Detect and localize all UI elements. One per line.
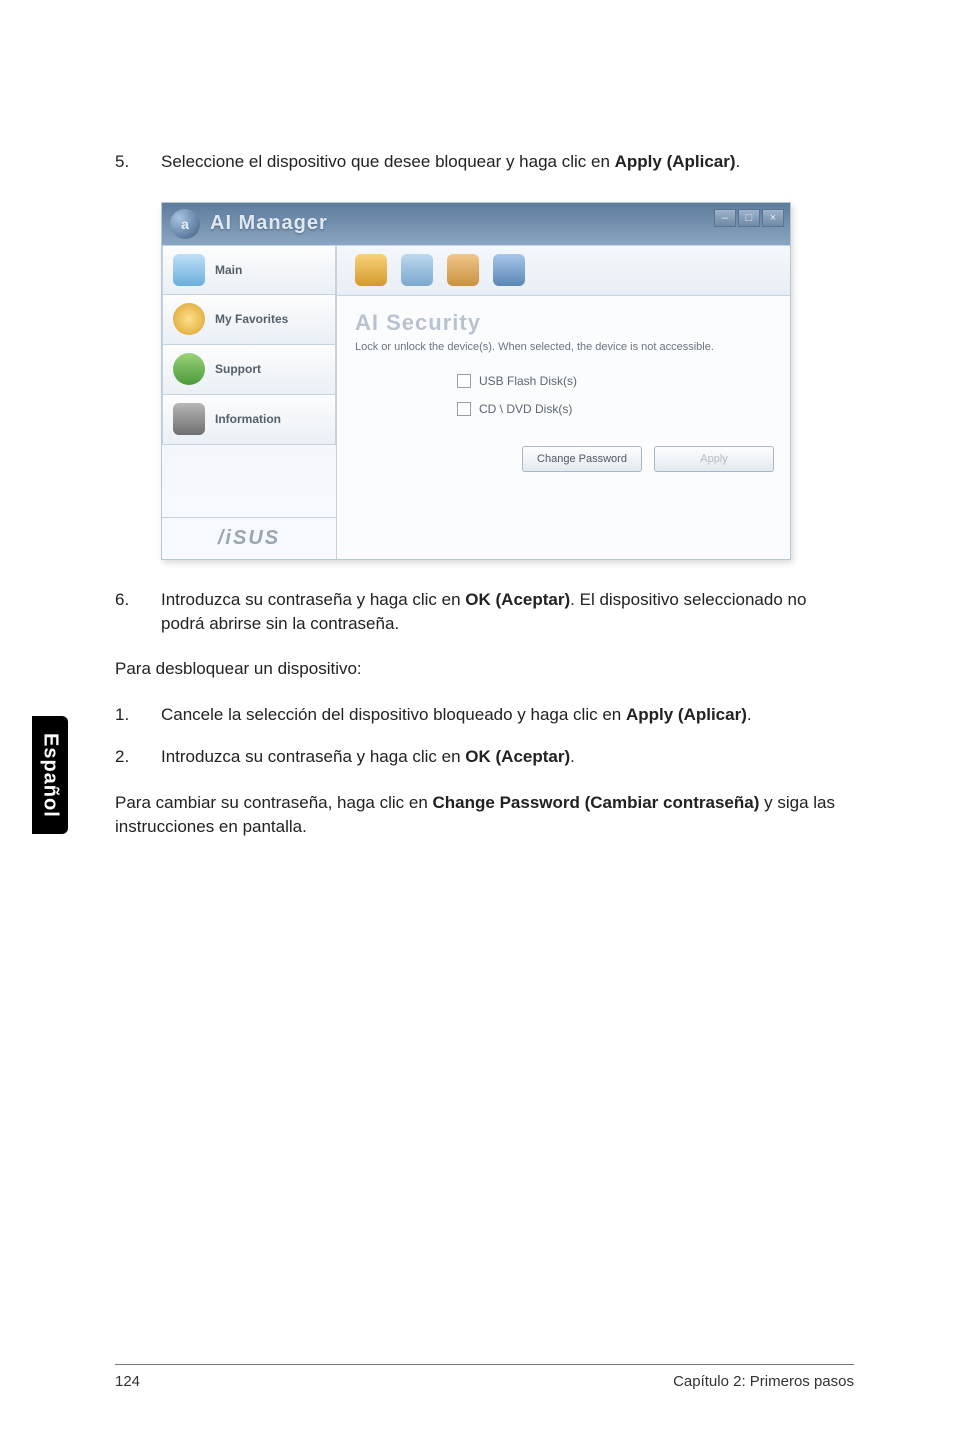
u1-pre: Cancele la selección del dispositivo blo…	[161, 705, 626, 724]
close-button[interactable]: ×	[762, 209, 784, 227]
window-buttons: – □ ×	[714, 209, 784, 227]
nav-column: Main My Favorites Support Information	[162, 245, 336, 559]
window-title: AI Manager	[210, 212, 328, 235]
u1-bold: Apply (Aplicar)	[626, 705, 747, 724]
information-icon	[173, 403, 205, 435]
nav-main-label: Main	[215, 263, 242, 277]
step-text: Seleccione el dispositivo que desee bloq…	[161, 150, 854, 174]
screenshot-container: a AI Manager – □ × Main My Favorites	[161, 202, 854, 560]
step5-bold: Apply (Aplicar)	[615, 152, 736, 171]
step5-pre: Seleccione el dispositivo que desee bloq…	[161, 152, 615, 171]
nav-support[interactable]: Support	[162, 345, 336, 395]
footer-rule	[115, 1364, 854, 1365]
change-password-para: Para cambiar su contraseña, haga clic en…	[115, 791, 854, 839]
step5-post: .	[736, 152, 741, 171]
u2-post: .	[570, 747, 575, 766]
usb-label: USB Flash Disk(s)	[479, 374, 577, 388]
step-number: 6.	[115, 588, 161, 636]
option-cddvd: CD \ DVD Disk(s)	[457, 402, 790, 416]
nav-filler	[162, 445, 336, 517]
language-tab: Español	[32, 716, 68, 834]
maximize-button[interactable]: □	[738, 209, 760, 227]
toolbar-icon-4[interactable]	[493, 254, 525, 286]
page-number: 124	[115, 1373, 140, 1390]
usb-checkbox[interactable]	[457, 374, 471, 388]
nav-information-label: Information	[215, 412, 281, 426]
unlock-heading: Para desbloquear un dispositivo:	[115, 657, 854, 681]
section-title: AI Security	[337, 296, 790, 340]
u2-bold: OK (Aceptar)	[465, 747, 570, 766]
cddvd-checkbox[interactable]	[457, 402, 471, 416]
option-usb: USB Flash Disk(s)	[457, 374, 790, 388]
toolbar-icon-3[interactable]	[447, 254, 479, 286]
footer-line: 124 Capítulo 2: Primeros pasos	[115, 1373, 854, 1390]
step-5: 5. Seleccione el dispositivo que desee b…	[115, 150, 854, 174]
main-icon	[173, 254, 205, 286]
step6-pre: Introduzca su contraseña y haga clic en	[161, 590, 465, 609]
cddvd-label: CD \ DVD Disk(s)	[479, 402, 572, 416]
titlebar: a AI Manager – □ ×	[162, 203, 790, 245]
step-text: Introduzca su contraseña y haga clic en …	[161, 745, 854, 769]
step-number: 5.	[115, 150, 161, 174]
nav-favorites[interactable]: My Favorites	[162, 295, 336, 345]
brand-logo: /iSUS	[162, 517, 336, 559]
ai-manager-window: a AI Manager – □ × Main My Favorites	[161, 202, 791, 560]
minimize-button[interactable]: –	[714, 209, 736, 227]
options: USB Flash Disk(s) CD \ DVD Disk(s)	[337, 360, 790, 438]
button-row: Change Password Apply	[337, 438, 790, 486]
toolbar	[337, 246, 790, 296]
u2-pre: Introduzca su contraseña y haga clic en	[161, 747, 465, 766]
app-orb-icon: a	[170, 209, 200, 239]
step-text: Cancele la selección del dispositivo blo…	[161, 703, 854, 727]
step-text: Introduzca su contraseña y haga clic en …	[161, 588, 854, 636]
toolbar-icon-2[interactable]	[401, 254, 433, 286]
favorites-icon	[173, 303, 205, 335]
step-number: 1.	[115, 703, 161, 727]
step-6: 6. Introduzca su contraseña y haga clic …	[115, 588, 854, 636]
pw-bold: Change Password (Cambiar contraseña)	[433, 793, 760, 812]
window-body: Main My Favorites Support Information	[162, 245, 790, 559]
nav-main[interactable]: Main	[162, 245, 336, 295]
nav-favorites-label: My Favorites	[215, 312, 288, 326]
u1-post: .	[747, 705, 752, 724]
toolbar-icon-1[interactable]	[355, 254, 387, 286]
nav-information[interactable]: Information	[162, 395, 336, 445]
chapter-label: Capítulo 2: Primeros pasos	[673, 1373, 854, 1390]
section-description: Lock or unlock the device(s). When selec…	[337, 340, 790, 360]
step6-bold: OK (Aceptar)	[465, 590, 570, 609]
support-icon	[173, 353, 205, 385]
step-number: 2.	[115, 745, 161, 769]
unlock-step-2: 2. Introduzca su contraseña y haga clic …	[115, 745, 854, 769]
pw-pre: Para cambiar su contraseña, haga clic en	[115, 793, 433, 812]
content-pane: AI Security Lock or unlock the device(s)…	[336, 245, 790, 559]
page-body: 5. Seleccione el dispositivo que desee b…	[0, 0, 954, 838]
change-password-button[interactable]: Change Password	[522, 446, 642, 472]
page-footer: 124 Capítulo 2: Primeros pasos	[0, 1364, 954, 1390]
nav-support-label: Support	[215, 362, 261, 376]
apply-button[interactable]: Apply	[654, 446, 774, 472]
unlock-step-1: 1. Cancele la selección del dispositivo …	[115, 703, 854, 727]
